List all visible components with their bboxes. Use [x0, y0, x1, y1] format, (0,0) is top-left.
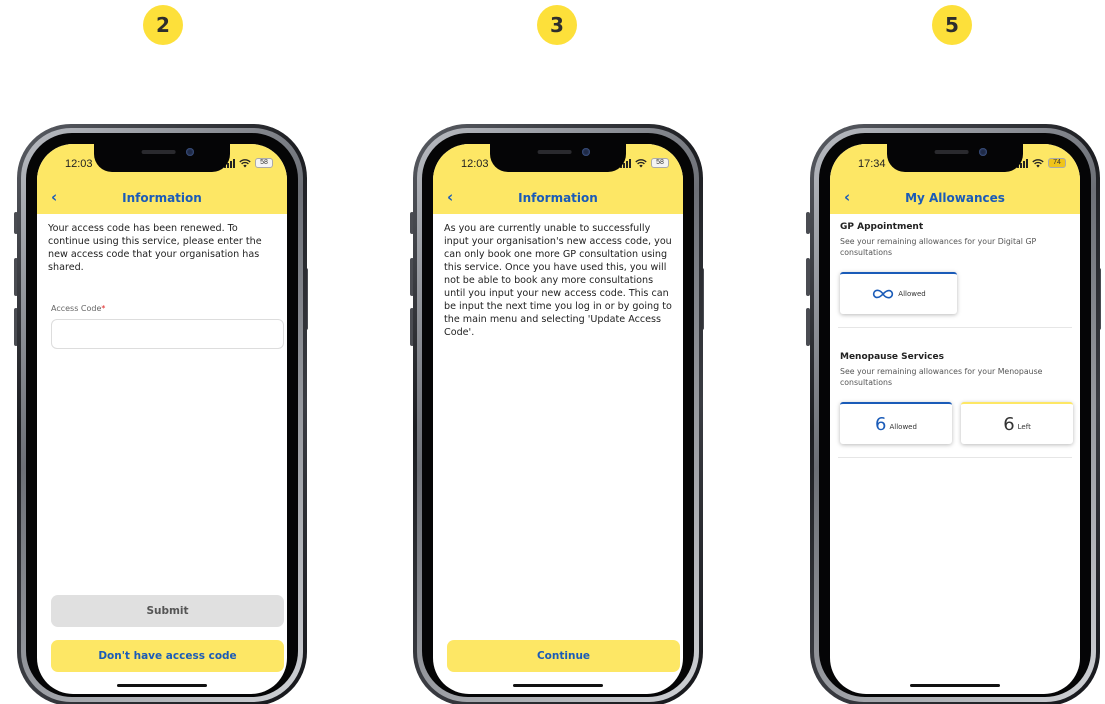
home-indicator[interactable] [910, 684, 1000, 687]
menopause-allowed-value: 6 [875, 413, 887, 435]
camera-icon [186, 148, 194, 156]
menopause-section-title: Menopause Services [840, 352, 944, 362]
section-divider [838, 327, 1072, 328]
wifi-icon [239, 158, 251, 167]
battery-icon: 58 [255, 158, 273, 168]
menopause-left-value: 6 [1003, 413, 1015, 435]
menopause-left-card: 6 Left [961, 402, 1073, 444]
gp-section-desc: See your remaining allowances for your D… [840, 237, 1037, 257]
status-time: 12:03 [461, 158, 489, 170]
menopause-left-label: Left [1017, 423, 1031, 431]
main-content: Your access code has been renewed. To co… [37, 214, 287, 349]
home-indicator[interactable] [117, 684, 207, 687]
section-divider [838, 457, 1072, 458]
continue-button[interactable]: Continue [447, 640, 680, 672]
menopause-section-desc: See your remaining allowances for your M… [840, 367, 1043, 387]
battery-icon: 58 [651, 158, 669, 168]
nav-bar: ‹ Information [37, 184, 287, 214]
step-badge-2: 2 [143, 5, 183, 45]
phone-frame-3: 17:34 74 ‹ My Allowances GP Appointment … [810, 124, 1100, 704]
gp-allowed-card: Allowed [840, 272, 957, 314]
onboarding-steps-canvas: 2 3 5 12:03 58 ‹ Information Your access… [0, 0, 1105, 704]
wifi-icon [1032, 158, 1044, 167]
menopause-allowed-label: Allowed [889, 423, 917, 431]
status-icons: 58 [224, 158, 273, 168]
access-code-label-text: Access Code [51, 304, 102, 313]
no-access-code-button[interactable]: Don't have access code [51, 640, 284, 672]
page-title: My Allowances [905, 191, 1005, 205]
menopause-allowed-card: 6 Allowed [840, 402, 952, 444]
app-screen-my-allowances: 17:34 74 ‹ My Allowances GP Appointment … [830, 144, 1080, 694]
battery-icon: 74 [1048, 158, 1066, 168]
wifi-icon [635, 158, 647, 167]
main-content: As you are currently unable to successfu… [433, 214, 683, 339]
page-title: Information [122, 191, 202, 205]
status-icons: 58 [620, 158, 669, 168]
page-title: Information [518, 191, 598, 205]
phone-frame-1: 12:03 58 ‹ Information Your access code … [17, 124, 307, 704]
app-screen-information-access-code: 12:03 58 ‹ Information Your access code … [37, 144, 287, 694]
gp-section-title: GP Appointment [840, 222, 924, 232]
gp-allowed-label: Allowed [898, 290, 926, 298]
gp-appointment-section: GP Appointment See your remaining allowa… [840, 222, 1072, 258]
renewal-message: Your access code has been renewed. To co… [48, 223, 262, 273]
infinity-icon [873, 289, 894, 299]
camera-icon [582, 148, 590, 156]
camera-icon [979, 148, 987, 156]
status-time: 12:03 [65, 158, 93, 170]
step-badge-3: 3 [537, 5, 577, 45]
access-code-input[interactable] [51, 319, 284, 349]
submit-button[interactable]: Submit [51, 595, 284, 627]
status-time: 17:34 [858, 158, 886, 170]
menopause-section: Menopause Services See your remaining al… [840, 352, 1072, 388]
app-screen-information-limited: 12:03 58 ‹ Information As you are curren… [433, 144, 683, 694]
step-badge-5: 5 [932, 5, 972, 45]
home-indicator[interactable] [513, 684, 603, 687]
required-mark: * [101, 304, 106, 313]
access-code-label: Access Code* [51, 304, 277, 313]
nav-bar: ‹ My Allowances [830, 184, 1080, 214]
phone-notch [887, 144, 1023, 172]
limited-access-message: As you are currently unable to successfu… [444, 223, 672, 338]
nav-bar: ‹ Information [433, 184, 683, 214]
status-icons: 74 [1017, 158, 1066, 168]
phone-frame-2: 12:03 58 ‹ Information As you are curren… [413, 124, 703, 704]
phone-notch [490, 144, 626, 172]
phone-notch [94, 144, 230, 172]
